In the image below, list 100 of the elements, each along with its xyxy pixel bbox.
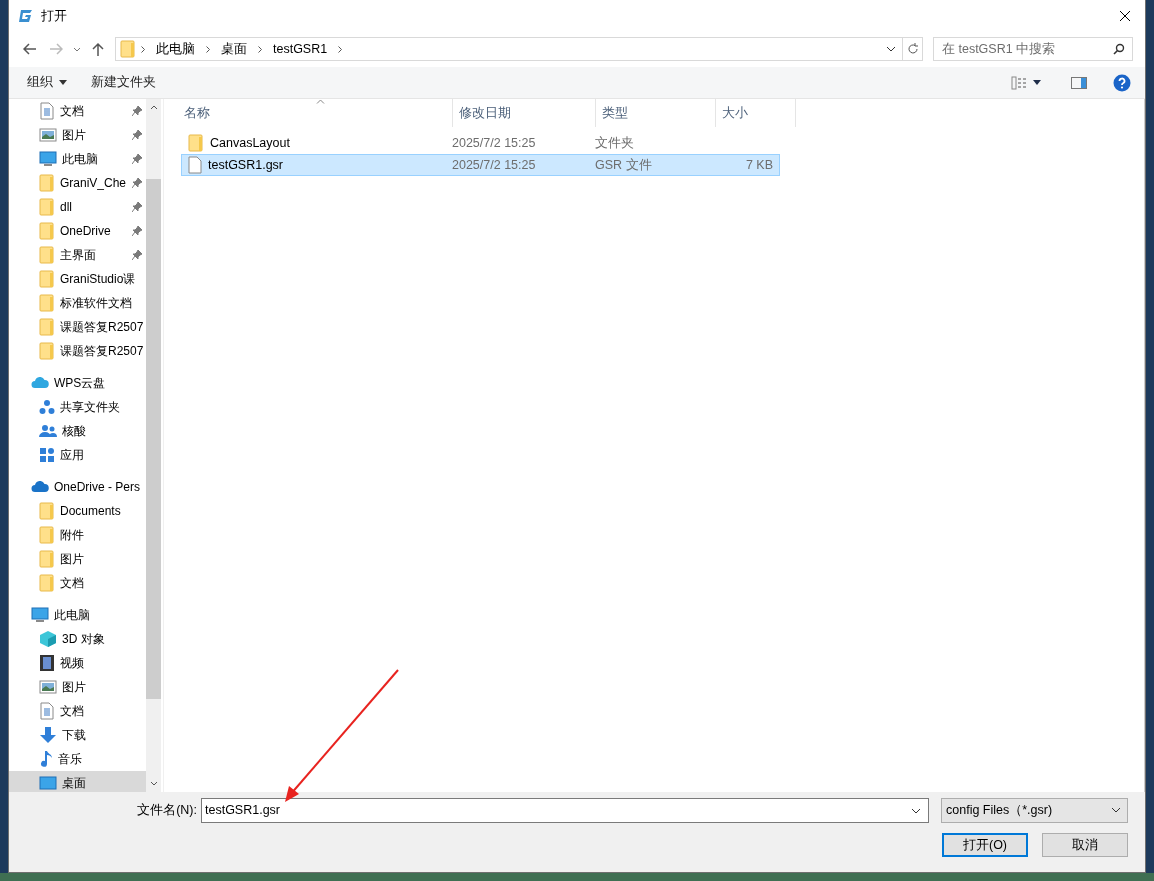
file-row[interactable]: CanvasLayout 2025/7/2 15:25 文件夹 <box>181 132 780 154</box>
scroll-up-icon <box>149 105 158 110</box>
folder-icon <box>39 526 55 544</box>
film-icon <box>39 654 55 672</box>
back-arrow-icon <box>23 43 37 55</box>
search-icon <box>1113 43 1125 55</box>
people-icon <box>39 424 57 438</box>
folder-icon <box>39 222 55 240</box>
sidebar-item[interactable]: 图片 <box>9 675 146 699</box>
document-icon <box>39 102 55 120</box>
cube-icon <box>39 630 57 648</box>
sidebar-item[interactable]: 图片 <box>9 123 146 147</box>
caret-icon <box>1033 80 1041 85</box>
breadcrumb[interactable]: testGSR1 <box>267 42 334 56</box>
sidebar-item[interactable]: 音乐 <box>9 747 146 771</box>
computer-icon <box>31 607 49 623</box>
sidebar-item[interactable]: 核酸 <box>9 419 146 443</box>
sidebar-item[interactable]: 图片 <box>9 547 146 571</box>
chevron-icon <box>258 45 262 53</box>
chevron-icon <box>141 45 145 53</box>
toolbar-button[interactable]: 组织 <box>19 69 75 96</box>
pane-icon <box>1071 76 1087 89</box>
details-view-icon <box>1011 75 1027 90</box>
type-cell-text: GSR 文件 <box>594 156 653 174</box>
music-note-icon <box>39 750 53 768</box>
sidebar-item[interactable]: 课题答复R2507 <box>9 339 146 363</box>
dropdown-icon <box>1111 807 1121 813</box>
apps-icon <box>39 447 55 463</box>
close-icon <box>1119 10 1131 22</box>
file-type-dropdown[interactable]: config Files（*.gsr) <box>941 797 1128 823</box>
sidebar-item[interactable]: 课题答复R2507 <box>9 315 146 339</box>
column-header[interactable]: 类型 <box>596 99 716 127</box>
help-icon <box>1113 73 1131 92</box>
sidebar-item[interactable]: 视频 <box>9 651 146 675</box>
sidebar-item[interactable]: 桌面 <box>9 771 146 792</box>
sidebar-item[interactable]: 此电脑 <box>9 603 146 627</box>
download-icon <box>39 726 57 744</box>
computer-icon <box>39 151 57 167</box>
chevron-icon <box>338 45 343 53</box>
sidebar-item[interactable]: 附件 <box>9 523 146 547</box>
folder-icon <box>120 40 136 58</box>
sidebar-item[interactable]: 下载 <box>9 723 146 747</box>
folder-icon <box>39 294 55 312</box>
folder-icon <box>39 342 55 360</box>
sidebar-item[interactable]: 此电脑 <box>9 147 146 171</box>
folder-icon <box>39 574 55 592</box>
cancel-button[interactable]: 取消 <box>1042 833 1128 857</box>
size-cell-text: 7 KB <box>744 158 774 172</box>
dropdown-icon <box>886 46 896 52</box>
up-arrow-icon <box>92 42 104 56</box>
search-field[interactable]: 在 testGSR1 中搜索 <box>933 37 1133 61</box>
share-icon <box>39 399 55 415</box>
folder-icon <box>39 318 55 336</box>
address-bar[interactable]: 此电脑 桌面 testGSR1 <box>115 37 903 61</box>
sidebar-item[interactable]: 标准软件文档 <box>9 291 146 315</box>
picture-icon <box>39 128 57 142</box>
refresh-button[interactable] <box>903 37 923 61</box>
sidebar-item[interactable]: OneDrive <box>9 219 146 243</box>
column-header[interactable]: 大小 <box>716 99 796 127</box>
desktop-icon <box>39 776 57 790</box>
file-name-cell: testGSR1.gsr <box>182 156 446 174</box>
sidebar-item[interactable]: 主界面 <box>9 243 146 267</box>
sidebar-item[interactable]: OneDrive - Pers <box>9 475 146 499</box>
folder-icon <box>39 198 55 216</box>
sidebar-item[interactable]: Documents <box>9 499 146 523</box>
sidebar-item[interactable]: 文档 <box>9 699 146 723</box>
scrollbar[interactable] <box>146 99 161 792</box>
column-header[interactable]: 名称 <box>178 99 453 127</box>
breadcrumb[interactable]: 此电脑 <box>150 40 201 58</box>
file-name-cell: CanvasLayout <box>182 134 446 152</box>
folder-icon <box>39 174 55 192</box>
sidebar-item[interactable]: 文档 <box>9 99 146 123</box>
sidebar-item[interactable]: 文档 <box>9 571 146 595</box>
sidebar-item[interactable]: 共享文件夹 <box>9 395 146 419</box>
sidebar-item[interactable]: 应用 <box>9 443 146 467</box>
app-logo-icon <box>17 9 33 23</box>
sidebar-item[interactable]: 3D 对象 <box>9 627 146 651</box>
forward-arrow-icon <box>49 43 63 55</box>
scroll-down-icon <box>149 781 158 786</box>
sidebar-item[interactable]: GraniStudio课 <box>9 267 146 291</box>
document-icon <box>39 702 55 720</box>
window-title: 打开 <box>41 7 68 25</box>
date-cell-text: 2025/7/2 15:25 <box>451 158 537 172</box>
filename-field[interactable]: testGSR1.gsr <box>201 797 929 823</box>
dropdown-icon <box>911 807 921 814</box>
sidebar-item[interactable]: WPS云盘 <box>9 371 146 395</box>
breadcrumb[interactable]: 桌面 <box>215 40 253 58</box>
folder-icon <box>39 246 55 264</box>
column-header[interactable]: 修改日期 <box>453 99 596 127</box>
cloud-icon <box>31 481 49 493</box>
refresh-icon <box>906 43 919 55</box>
file-row[interactable]: testGSR1.gsr 2025/7/2 15:25 GSR 文件 7 KB <box>181 154 780 176</box>
sidebar-item[interactable]: GraniV_Che <box>9 171 146 195</box>
toolbar-button[interactable]: 新建文件夹 <box>83 69 164 96</box>
folder-icon <box>39 502 55 520</box>
cloud-icon <box>31 377 49 389</box>
sidebar-item[interactable]: dll <box>9 195 146 219</box>
open-button[interactable]: 打开(O) <box>942 833 1028 857</box>
folder-icon <box>39 550 55 568</box>
filename-label: 文件名(N): <box>137 801 198 819</box>
